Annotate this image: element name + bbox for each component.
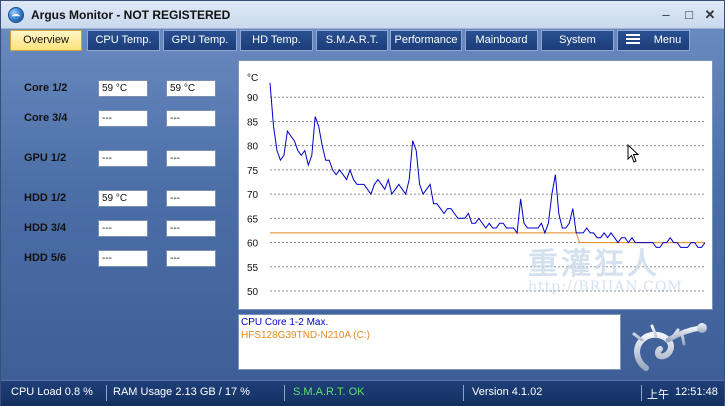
status-divider [106, 385, 107, 401]
status-bar: CPU Load 0.8 % RAM Usage 2.13 GB / 17 % … [1, 380, 724, 406]
hdd-1-2-label: HDD 1/2 [24, 192, 67, 204]
hdd-2-temp-value: --- [166, 190, 216, 207]
version-status: Version 4.1.02 [472, 386, 543, 398]
core-3-temp-value: --- [98, 110, 148, 127]
core-1-temp-value: 59 °C [98, 80, 148, 97]
y-tick-label: 55 [247, 263, 259, 274]
gpu-1-temp-value: --- [98, 150, 148, 167]
y-tick-label: 90 [247, 93, 259, 104]
cpu-load-status: CPU Load 0.8 % [11, 386, 93, 398]
close-button[interactable]: ✕ [701, 6, 719, 24]
legend-cpu-core: CPU Core 1-2 Max. [241, 317, 329, 328]
tab-system[interactable]: System [541, 30, 614, 51]
tab-performance[interactable]: Performance [390, 30, 462, 51]
cpu-core-series-line [269, 82, 706, 248]
hdd-6-temp-value: --- [166, 250, 216, 267]
core-1-2-label: Core 1/2 [24, 82, 68, 94]
core-3-4-label: Core 3/4 [24, 112, 68, 124]
hdd-1-temp-value: 59 °C [98, 190, 148, 207]
y-tick-label: 85 [247, 117, 259, 128]
status-divider [463, 385, 464, 401]
hamburger-icon [625, 34, 640, 45]
status-divider [641, 385, 642, 401]
mouse-cursor-icon [627, 144, 640, 163]
title-bar: Argus Monitor - NOT REGISTERED – □ ✕ [1, 1, 724, 29]
tab-menu[interactable]: Menu [617, 30, 690, 51]
tab-cpu-temp[interactable]: CPU Temp. [87, 30, 160, 51]
ram-usage-status: RAM Usage 2.13 GB / 17 % [113, 386, 250, 398]
gpu-1-2-label: GPU 1/2 [24, 152, 67, 164]
gpu-2-temp-value: --- [166, 150, 216, 167]
minimize-button[interactable]: – [657, 6, 675, 24]
lizard-logo-icon [632, 323, 707, 371]
y-tick-label: 50 [247, 287, 259, 298]
tab-gpu-temp[interactable]: GPU Temp. [163, 30, 237, 51]
smart-status: S.M.A.R.T. OK [293, 386, 365, 398]
maximize-button[interactable]: □ [680, 6, 698, 24]
app-window: Argus Monitor - NOT REGISTERED – □ ✕ Ove… [0, 0, 725, 406]
y-tick-label: 65 [247, 214, 259, 225]
core-2-temp-value: 59 °C [166, 80, 216, 97]
tab-bar: Overview CPU Temp. GPU Temp. HD Temp. S.… [10, 29, 720, 51]
y-tick-label: 60 [247, 239, 259, 250]
watermark: 重灌狂人 http://BRIIAN.COM [528, 247, 683, 295]
y-tick-label: 75 [247, 166, 259, 177]
tab-smart[interactable]: S.M.A.R.T. [316, 30, 388, 51]
clock-ampm: 上午 [647, 389, 669, 401]
legend-hdd: HFS128G39TND-N210A (C:) [241, 330, 370, 341]
hdd-5-temp-value: --- [98, 250, 148, 267]
tab-overview[interactable]: Overview [10, 30, 82, 51]
status-divider [284, 385, 285, 401]
y-axis-unit-label: °C [247, 73, 258, 84]
hdd-3-temp-value: --- [98, 220, 148, 237]
clock-time: 12:51:48 [675, 386, 718, 398]
y-tick-label: 70 [247, 190, 259, 201]
core-4-temp-value: --- [166, 110, 216, 127]
window-title: Argus Monitor - NOT REGISTERED [31, 8, 231, 22]
hdd-5-6-label: HDD 5/6 [24, 252, 67, 264]
argus-logo-icon [8, 7, 24, 23]
hdd-3-4-label: HDD 3/4 [24, 222, 67, 234]
hdd-4-temp-value: --- [166, 220, 216, 237]
y-tick-label: 80 [247, 142, 259, 153]
tab-mainboard[interactable]: Mainboard [465, 30, 538, 51]
tab-hd-temp[interactable]: HD Temp. [240, 30, 313, 51]
chart-legend: CPU Core 1-2 Max. HFS128G39TND-N210A (C:… [238, 314, 621, 370]
